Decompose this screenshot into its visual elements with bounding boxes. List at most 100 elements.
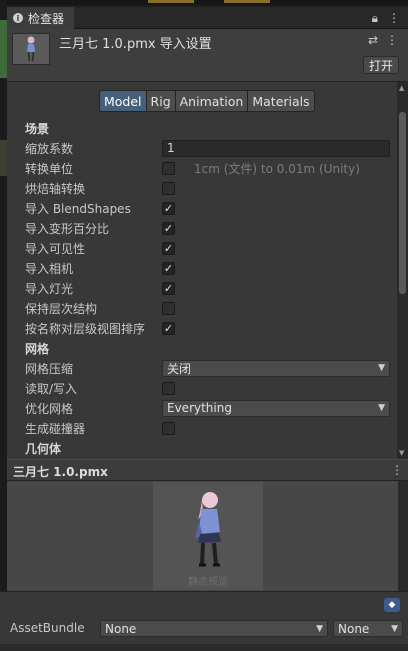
convert-units-checkbox[interactable] xyxy=(162,161,175,175)
info-icon: i xyxy=(13,13,23,23)
mesh-compression-dropdown[interactable]: 关闭 ▼ xyxy=(162,359,390,377)
inspector-tab-bar: i 检查器 🔒︎ ⋮ xyxy=(7,7,408,29)
asset-bundle-row: AssetBundle None ▼ None ▼ xyxy=(0,618,408,638)
tab-materials[interactable]: Materials xyxy=(247,90,315,112)
section-mesh: 网格 xyxy=(7,338,397,358)
lock-icon[interactable]: 🔒︎ xyxy=(372,11,378,26)
chevron-down-icon: ▼ xyxy=(316,623,323,634)
asset-bundle-name-dropdown[interactable]: None ▼ xyxy=(100,620,328,637)
field-label: 导入变形百分比 xyxy=(25,221,110,236)
row-sort-hierarchy: 按名称对层级视图排序 ✓ xyxy=(7,318,397,338)
tab-rig[interactable]: Rig xyxy=(145,90,176,112)
field-label: 烘焙轴转换 xyxy=(25,181,86,196)
field-label: 生成碰撞器 xyxy=(25,421,86,436)
toolbar-nub xyxy=(148,0,194,3)
model-preview[interactable]: 静态预览 xyxy=(153,482,263,590)
field-label: 保持层次结构 xyxy=(25,301,98,316)
row-import-deform-percent: 导入变形百分比 ✓ xyxy=(7,218,397,238)
sliders-icon[interactable]: ⇄ xyxy=(368,33,378,47)
more-vert-icon[interactable]: ⋮ xyxy=(391,463,403,477)
row-bake-axis: 烘焙轴转换 xyxy=(7,178,397,198)
section-title: 网格 xyxy=(25,341,50,356)
preview-scrollbar[interactable] xyxy=(398,481,408,591)
character-icon xyxy=(27,36,35,62)
row-import-cameras: 导入相机 ✓ xyxy=(7,258,397,278)
optimize-mesh-dropdown[interactable]: Everything ▼ xyxy=(162,399,390,417)
import-tabs: Model Rig Animation Materials xyxy=(99,90,315,112)
scrollbar-thumb[interactable] xyxy=(399,112,406,294)
field-label: 导入灯光 xyxy=(25,281,74,296)
more-vert-icon[interactable]: ⋮ xyxy=(386,33,398,47)
sort-hierarchy-checkbox[interactable]: ✓ xyxy=(162,321,175,335)
read-write-checkbox[interactable] xyxy=(162,381,175,395)
asset-bundle-label: AssetBundle xyxy=(10,621,85,635)
dropdown-value: 关闭 xyxy=(167,361,192,376)
scroll-up-icon[interactable]: ▲ xyxy=(399,84,404,92)
panel-scrollbar[interactable]: ▲ ▼ xyxy=(397,82,408,459)
open-button[interactable]: 打开 xyxy=(363,56,399,74)
tag-icon[interactable]: ◆ xyxy=(384,598,400,612)
section-title: 几何体 xyxy=(25,441,62,456)
import-lights-checkbox[interactable]: ✓ xyxy=(162,281,175,295)
field-label: 网格压缩 xyxy=(25,361,74,376)
row-optimize-mesh: 优化网格 Everything ▼ xyxy=(7,398,397,418)
asset-bundle-variant-dropdown[interactable]: None ▼ xyxy=(333,620,403,637)
model-settings-panel: Model Rig Animation Materials 场景 缩放系数 1 … xyxy=(7,82,397,459)
left-editor-strip xyxy=(0,0,7,651)
scale-factor-field[interactable]: 1 xyxy=(162,139,390,157)
field-label: 按名称对层级视图排序 xyxy=(25,321,146,336)
field-label: 导入 BlendShapes xyxy=(25,201,131,216)
import-visibility-checkbox[interactable]: ✓ xyxy=(162,241,175,255)
asset-thumbnail xyxy=(12,33,50,65)
asset-bundle-bar: ◆ AssetBundle None ▼ None ▼ xyxy=(0,591,408,651)
more-vert-icon[interactable]: ⋮ xyxy=(388,11,400,26)
status-bar xyxy=(0,644,408,651)
field-label: 导入相机 xyxy=(25,261,74,276)
dropdown-value: None xyxy=(105,621,137,636)
import-deform-percent-checkbox[interactable]: ✓ xyxy=(162,221,175,235)
import-blendshapes-checkbox[interactable]: ✓ xyxy=(162,201,175,215)
preview-header[interactable]: 三月七 1.0.pmx ⋮ xyxy=(7,459,408,481)
preview-area: 静态预览 xyxy=(7,481,398,591)
row-convert-units: 转换单位 1cm (文件) to 0.01m (Unity) xyxy=(7,158,397,178)
row-import-lights: 导入灯光 ✓ xyxy=(7,278,397,298)
tab-animation[interactable]: Animation xyxy=(174,90,249,112)
preview-title: 三月七 1.0.pmx xyxy=(13,465,108,479)
row-generate-colliders: 生成碰撞器 xyxy=(7,418,397,438)
section-title: 场景 xyxy=(25,121,50,136)
tab-label: 检查器 xyxy=(28,11,65,26)
chevron-down-icon: ▼ xyxy=(378,403,385,413)
field-label: 转换单位 xyxy=(25,161,74,176)
scene-sliver xyxy=(0,20,7,78)
row-scale-factor: 缩放系数 1 xyxy=(7,138,397,158)
row-import-blendshapes: 导入 BlendShapes ✓ xyxy=(7,198,397,218)
row-read-write: 读取/写入 xyxy=(7,378,397,398)
section-scene: 场景 xyxy=(7,118,397,138)
top-edge xyxy=(0,0,408,5)
dropdown-value: None xyxy=(338,621,370,636)
tab-inspector[interactable]: i 检查器 xyxy=(7,7,75,29)
row-import-visibility: 导入可见性 ✓ xyxy=(7,238,397,258)
field-label: 优化网格 xyxy=(25,401,74,416)
preserve-hierarchy-checkbox[interactable] xyxy=(162,301,175,315)
field-label: 读取/写入 xyxy=(25,381,78,396)
toolbar-nub xyxy=(224,0,270,3)
static-preview-label: 静态预览 xyxy=(188,577,228,588)
field-label: 导入可见性 xyxy=(25,241,86,256)
field-label: 缩放系数 xyxy=(25,141,74,156)
section-geometry: 几何体 xyxy=(7,438,397,458)
row-preserve-hierarchy: 保持层次结构 xyxy=(7,298,397,318)
page-title: 三月七 1.0.pmx 导入设置 xyxy=(59,37,212,52)
chevron-down-icon: ▼ xyxy=(391,623,398,634)
row-mesh-compression: 网格压缩 关闭 ▼ xyxy=(7,358,397,378)
chevron-down-icon: ▼ xyxy=(378,363,385,373)
bake-axis-checkbox[interactable] xyxy=(162,181,175,195)
unit-conversion-text: 1cm (文件) to 0.01m (Unity) xyxy=(194,161,360,176)
dropdown-value: Everything xyxy=(167,401,232,415)
generate-colliders-checkbox[interactable] xyxy=(162,421,175,435)
import-settings-header: 三月七 1.0.pmx 导入设置 ⇄ ⋮ 打开 xyxy=(7,29,408,82)
scene-sliver xyxy=(0,140,7,176)
import-cameras-checkbox[interactable]: ✓ xyxy=(162,261,175,275)
scroll-down-icon[interactable]: ▼ xyxy=(399,449,404,457)
tab-model[interactable]: Model xyxy=(99,90,147,112)
